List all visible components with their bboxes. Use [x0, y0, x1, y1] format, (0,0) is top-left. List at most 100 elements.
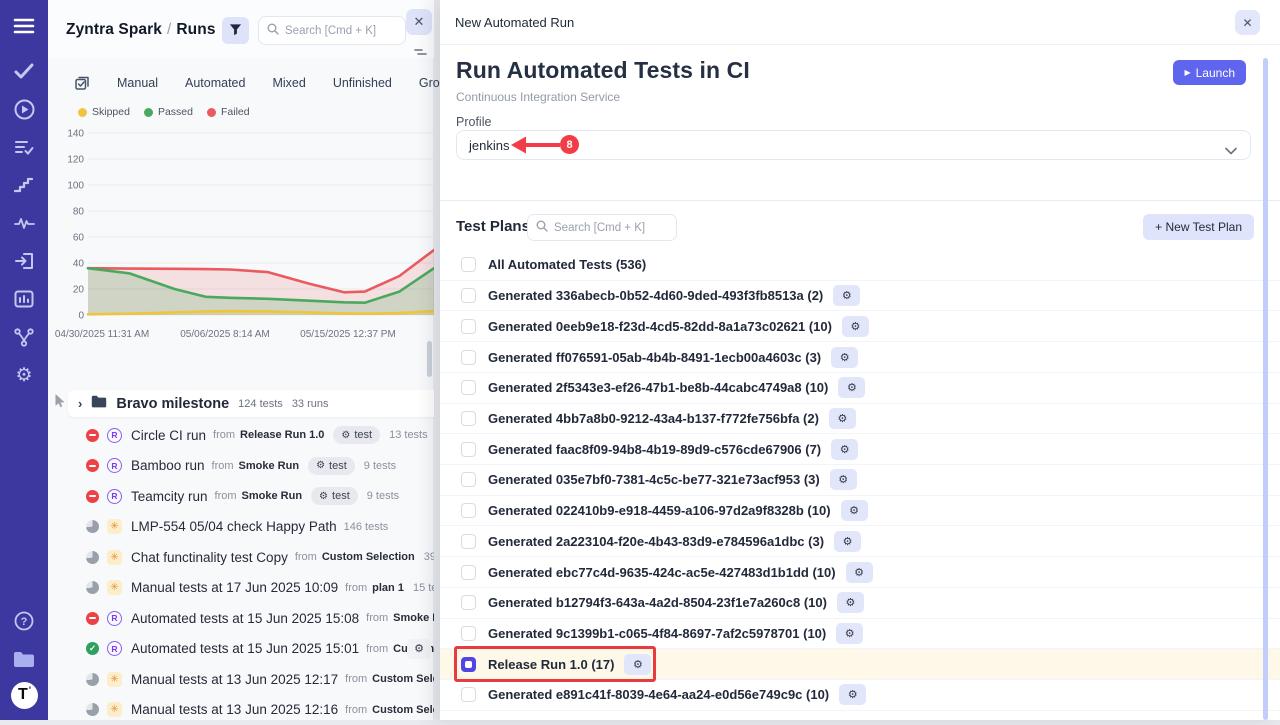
- runs-search[interactable]: [258, 16, 406, 45]
- run-name[interactable]: Circle CI run: [131, 428, 206, 443]
- play-circle-icon[interactable]: [0, 90, 48, 128]
- plan-checkbox[interactable]: [461, 534, 476, 549]
- test-plans-search[interactable]: [527, 214, 677, 241]
- run-row[interactable]: RBamboo runfromSmoke Run⚙test9 tests: [48, 451, 434, 482]
- run-name[interactable]: Manual tests at 13 Jun 2025 12:16: [131, 702, 338, 717]
- run-row[interactable]: ✳Chat functinality test CopyfromCustom S…: [48, 542, 434, 573]
- run-settings-button[interactable]: ⚙: [407, 639, 431, 659]
- run-source-plan[interactable]: plan 1: [372, 582, 404, 594]
- plan-checkbox[interactable]: [461, 595, 476, 610]
- plan-checkbox[interactable]: [461, 657, 476, 672]
- plan-checkbox[interactable]: [461, 472, 476, 487]
- tab-unfinished[interactable]: Unfinished: [333, 76, 392, 90]
- plan-settings-button[interactable]: ⚙: [830, 469, 857, 490]
- plan-settings-button[interactable]: ⚙: [831, 439, 858, 460]
- plan-checkbox[interactable]: [461, 442, 476, 457]
- run-name[interactable]: Manual tests at 17 Jun 2025 10:09: [131, 580, 338, 595]
- plan-settings-button[interactable]: ⚙: [838, 377, 865, 398]
- chevron-right-icon[interactable]: ›: [78, 396, 82, 411]
- run-name[interactable]: Automated tests at 15 Jun 2025 15:01: [131, 641, 359, 656]
- run-row[interactable]: ✳Manual tests at 17 Jun 2025 10:09frompl…: [48, 573, 434, 604]
- tab-mixed[interactable]: Mixed: [272, 76, 305, 90]
- run-source-plan[interactable]: Smoke Run: [393, 612, 434, 624]
- plan-checkbox[interactable]: [461, 380, 476, 395]
- plan-checkbox[interactable]: [461, 626, 476, 641]
- breadcrumb-project[interactable]: Zyntra Spark: [66, 21, 162, 38]
- test-plan-row[interactable]: Generated faac8f09-94b8-4b19-89d9-c576cd…: [440, 434, 1280, 465]
- test-plans-search-input[interactable]: [554, 222, 659, 234]
- tab-manual[interactable]: Manual: [117, 76, 158, 90]
- plan-settings-button[interactable]: ⚙: [834, 531, 861, 552]
- run-source-plan[interactable]: Smoke Run: [239, 460, 300, 472]
- plan-settings-button[interactable]: ⚙: [842, 316, 869, 337]
- new-test-plan-button[interactable]: + New Test Plan: [1143, 214, 1254, 240]
- test-plan-row[interactable]: Generated 2f5343e3-ef26-47b1-be8b-44cabc…: [440, 373, 1280, 404]
- menu-icon[interactable]: [0, 0, 48, 52]
- run-source-plan[interactable]: Release Run 1.0: [240, 429, 324, 441]
- plan-settings-button[interactable]: ⚙: [624, 654, 651, 675]
- logo[interactable]: T': [0, 678, 48, 712]
- plan-checkbox[interactable]: [461, 257, 476, 272]
- profile-select[interactable]: jenkins: [456, 130, 1251, 160]
- plan-settings-button[interactable]: ⚙: [836, 623, 863, 644]
- folder-icon[interactable]: [0, 640, 48, 678]
- run-name[interactable]: Chat functinality test Copy: [131, 550, 288, 565]
- runs-panel-scrollbar[interactable]: [427, 341, 432, 377]
- plan-checkbox[interactable]: [461, 350, 476, 365]
- gear-icon[interactable]: ⚙: [0, 356, 48, 394]
- plan-settings-button[interactable]: ⚙: [831, 347, 858, 368]
- help-icon[interactable]: ?: [0, 602, 48, 640]
- test-plan-row[interactable]: Generated ebc77c4d-9635-424c-ac5e-427483…: [440, 557, 1280, 588]
- drawer-scrollbar[interactable]: [1263, 58, 1268, 720]
- run-row[interactable]: RCircle CI runfromRelease Run 1.0⚙test13…: [48, 420, 434, 451]
- test-plan-row[interactable]: Generated 2a223104-f20e-4b43-83d9-e78459…: [440, 526, 1280, 557]
- tab-automated[interactable]: Automated: [185, 76, 245, 90]
- select-runs-icon[interactable]: [74, 75, 90, 91]
- run-row[interactable]: ✳Manual tests at 13 Jun 2025 12:16fromCu…: [48, 695, 434, 725]
- run-row[interactable]: ✳Manual tests at 13 Jun 2025 12:17fromCu…: [48, 664, 434, 695]
- plan-settings-button[interactable]: ⚙: [839, 684, 866, 705]
- run-name[interactable]: LMP-554 05/04 check Happy Path: [131, 519, 337, 534]
- runs-search-input[interactable]: [285, 25, 385, 37]
- plan-checkbox[interactable]: [461, 503, 476, 518]
- test-plan-row[interactable]: Generated e891c41f-8039-4e64-aa24-e0d56e…: [440, 680, 1280, 711]
- branch-icon[interactable]: [0, 318, 48, 356]
- test-plan-row[interactable]: Generated 035e7bf0-7381-4c5c-be77-321e73…: [440, 465, 1280, 496]
- plan-checkbox[interactable]: [461, 288, 476, 303]
- test-plan-row[interactable]: Generated 0eeb9e18-f23d-4cd5-82dd-8a1a73…: [440, 311, 1280, 342]
- plan-checkbox[interactable]: [461, 411, 476, 426]
- close-runs-panel-button[interactable]: ✕: [406, 9, 432, 35]
- run-row[interactable]: RAutomated tests at 15 Jun 2025 15:08fro…: [48, 603, 434, 634]
- plan-checkbox[interactable]: [461, 319, 476, 334]
- close-drawer-button[interactable]: ✕: [1235, 10, 1260, 35]
- check-icon[interactable]: [0, 52, 48, 90]
- steps-icon[interactable]: [0, 166, 48, 204]
- test-plan-row[interactable]: Generated 4bb7a8b0-9212-43a4-b137-f772fe…: [440, 404, 1280, 435]
- run-source-plan[interactable]: Custom Selection: [372, 704, 434, 716]
- plan-checkbox[interactable]: [461, 565, 476, 580]
- plan-checkbox[interactable]: [461, 687, 476, 702]
- run-name[interactable]: Automated tests at 15 Jun 2025 15:08: [131, 611, 359, 626]
- run-name[interactable]: Bamboo run: [131, 458, 205, 473]
- test-plan-row[interactable]: Generated ff076591-05ab-4b4b-8491-1ecb00…: [440, 342, 1280, 373]
- list-check-icon[interactable]: [0, 128, 48, 166]
- run-source-plan[interactable]: Custom Selection: [322, 551, 415, 563]
- filter-button[interactable]: [222, 17, 249, 44]
- plan-settings-button[interactable]: ⚙: [837, 592, 864, 613]
- plan-settings-button[interactable]: ⚙: [829, 408, 856, 429]
- test-plan-row[interactable]: Generated 336abecb-0b52-4d60-9ded-493f3f…: [440, 281, 1280, 312]
- report-icon[interactable]: [0, 280, 48, 318]
- plan-settings-button[interactable]: ⚙: [833, 285, 860, 306]
- run-row[interactable]: RAutomated tests at 15 Jun 2025 15:01fro…: [48, 634, 434, 665]
- run-source-plan[interactable]: Custom Selection: [372, 673, 434, 685]
- sign-in-icon[interactable]: [0, 242, 48, 280]
- run-name[interactable]: Manual tests at 13 Jun 2025 12:17: [131, 672, 338, 687]
- test-plan-row[interactable]: Generated 022410b9-e918-4459-a106-97d2a9…: [440, 496, 1280, 527]
- plan-settings-button[interactable]: ⚙: [846, 562, 873, 583]
- test-plan-row[interactable]: All Automated Tests (536): [440, 250, 1280, 281]
- run-name[interactable]: Teamcity run: [131, 489, 208, 504]
- test-plan-row[interactable]: Generated 9c1399b1-c065-4f84-8697-7af2c5…: [440, 619, 1280, 650]
- run-row[interactable]: ✳LMP-554 05/04 check Happy Path146 tests: [48, 512, 434, 543]
- test-plan-row[interactable]: Release Run 1.0 (17)⚙: [440, 649, 1280, 680]
- activity-icon[interactable]: [0, 204, 48, 242]
